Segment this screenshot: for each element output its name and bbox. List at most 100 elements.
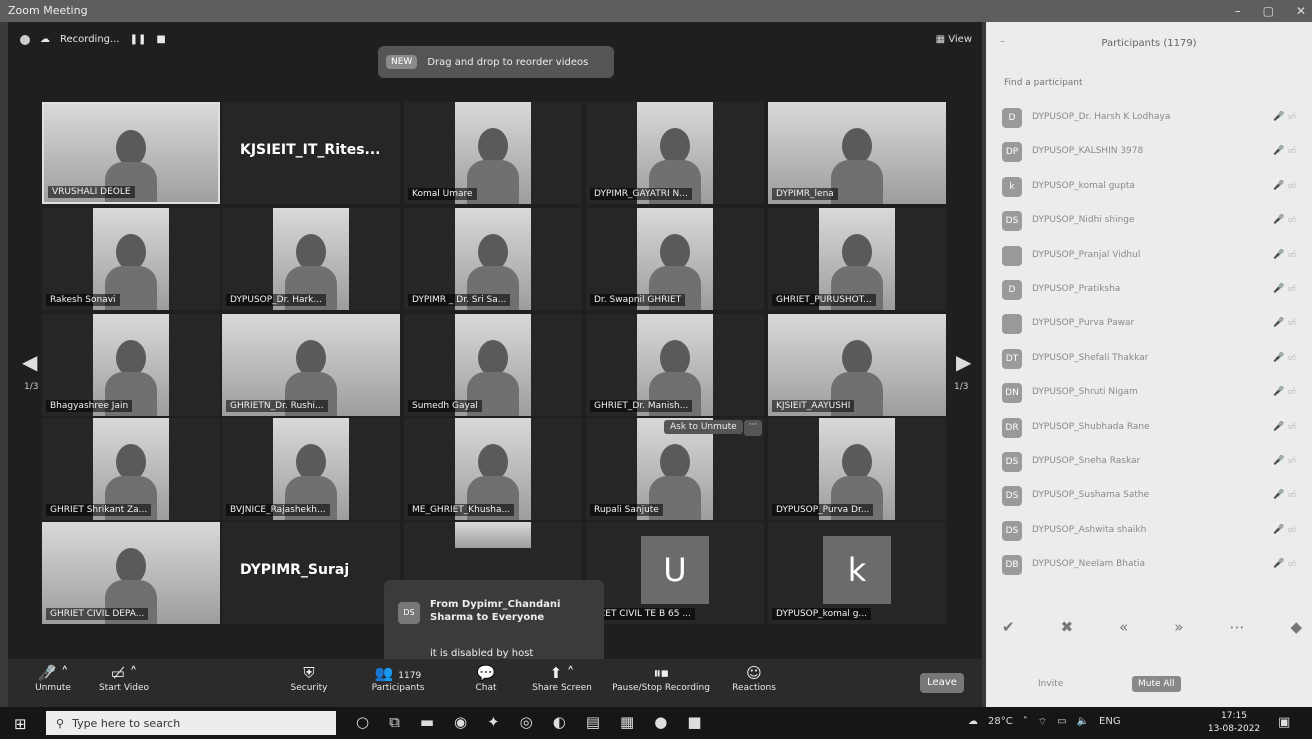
more-options-button[interactable]: ··· (744, 420, 762, 436)
video-tile[interactable]: GHRIET_Dr. Manish... (586, 314, 764, 416)
invite-button[interactable]: Invite (1038, 679, 1063, 689)
grid-icon: ▦ (935, 34, 946, 45)
participant-name: DYPUSOP_Ashwita shaikh (1032, 524, 1147, 535)
video-tile[interactable]: U TCET CIVIL TE B 65 ... (586, 522, 764, 624)
participant-silhouette (660, 128, 690, 164)
reorder-banner: NEW Drag and drop to reorder videos (378, 46, 614, 78)
zoom-icon[interactable]: ■ (687, 713, 701, 731)
more-icon[interactable]: ⋯ (1229, 618, 1244, 636)
video-tile[interactable]: GHRIETN_Dr. Rushi... (222, 314, 400, 416)
teams-icon[interactable]: ✦ (487, 713, 500, 731)
clear-icon[interactable]: ◆ (1290, 618, 1302, 636)
video-tile[interactable]: KJSIEIT_AAYUSHI (768, 314, 946, 416)
security-button[interactable]: ⛨ Security (284, 663, 334, 693)
participant-row[interactable]: DYPUSOP_Purva Pawar 🎤̸ ▭̸ (1002, 312, 1302, 336)
video-tile[interactable]: DYPIMR_lena (768, 102, 946, 204)
participant-row[interactable]: DS DYPUSOP_Nidhi shinge 🎤̸ ▭̸ (1002, 209, 1302, 233)
chat-label: Chat (475, 683, 497, 693)
taskbar-search[interactable]: ⚲ Type here to search (46, 711, 336, 735)
video-tile[interactable]: Rakesh Sonavi (42, 208, 220, 310)
participant-search-input[interactable] (1004, 74, 1294, 92)
windows-start-icon[interactable]: ⊞ (14, 715, 27, 733)
mute-all-button[interactable]: Mute All (1132, 676, 1181, 692)
participants-button[interactable]: 👥 1179 Participants (366, 663, 430, 693)
pause-recording-icon[interactable]: ❚❚ (130, 34, 147, 45)
reactions-button[interactable]: ☺ Reactions (726, 663, 782, 693)
view-button[interactable]: ▦ View (936, 34, 972, 45)
cloud-recording-icon: ☁ (40, 34, 50, 45)
participant-row[interactable]: DN DYPUSOP_Shruti Nigam 🎤̸ ▭̸ (1002, 381, 1302, 405)
prev-page-arrow-icon[interactable]: ◀ (22, 350, 37, 374)
faster-icon[interactable]: » (1174, 618, 1183, 636)
leave-button[interactable]: Leave (920, 673, 964, 693)
video-tile[interactable]: BVJNICE_Rajashekh... (222, 418, 400, 520)
next-page-arrow-icon[interactable]: ▶ (956, 350, 971, 374)
chat-button[interactable]: 💬 Chat (466, 663, 506, 693)
weather-icon[interactable]: ☁ (968, 716, 978, 729)
video-tile[interactable]: Dr. Swapnil GHRIET (586, 208, 764, 310)
minimize-button[interactable]: – (1235, 0, 1241, 22)
no-icon[interactable]: ✖ (1061, 618, 1074, 636)
volume-icon: 🔈 (1076, 716, 1090, 727)
ask-to-unmute-button[interactable]: Ask to Unmute (664, 420, 743, 434)
video-tile[interactable]: DYPUSOP_Purva Dr... (768, 418, 946, 520)
video-tile[interactable]: DYPIMR_GAYATRI N... (586, 102, 764, 204)
stop-recording-icon[interactable]: ■ (156, 34, 165, 45)
participant-row[interactable]: D DYPUSOP_Dr. Harsh K Lodhaya 🎤̸ ▭̸ (1002, 106, 1302, 130)
yes-icon[interactable]: ✔ (1002, 618, 1015, 636)
video-tile[interactable]: Sumedh Gayal (404, 314, 582, 416)
participant-silhouette (660, 444, 690, 480)
participant-row[interactable]: DS DYPUSOP_Sushama Sathe 🎤̸ ▭̸ (1002, 484, 1302, 508)
maximize-button[interactable]: ▢ (1263, 0, 1274, 22)
participant-name-label: KJSIEIT_AAYUSHI (772, 400, 855, 412)
media-icon[interactable]: ◉ (454, 713, 467, 731)
pause-stop-recording-button[interactable]: ⏸⏹ Pause/Stop Recording (606, 663, 716, 693)
page-indicator-right: 1/3 (954, 382, 969, 392)
participant-row[interactable]: DS DYPUSOP_Sneha Raskar 🎤̸ ▭̸ (1002, 450, 1302, 474)
folder-icon[interactable]: ▬ (420, 713, 434, 731)
video-tile[interactable]: GHRIET_PURUSHOT... (768, 208, 946, 310)
participant-name-label: Rupali Sanjute (590, 504, 663, 516)
participant-row[interactable]: k DYPUSOP_komal gupta 🎤̸ ▭̸ (1002, 175, 1302, 199)
app-icon[interactable]: ● (654, 713, 667, 731)
participant-silhouette (296, 234, 326, 270)
participant-row[interactable]: DS DYPUSOP_Ashwita shaikh 🎤̸ ▭̸ (1002, 519, 1302, 543)
explorer-icon[interactable]: ▤ (586, 713, 600, 731)
video-tile[interactable]: GHRIET CIVIL DEPA... (42, 522, 220, 624)
tray-chevron-icon[interactable]: ˄ (1023, 716, 1028, 729)
video-tile[interactable]: k DYPUSOP_komal g... (768, 522, 946, 624)
start-video-button[interactable]: ▭̸ ˄ Start Video (92, 663, 156, 693)
task-view-icon[interactable]: ⧉ (389, 713, 400, 731)
video-tile[interactable]: Komal Umare (404, 102, 582, 204)
video-tile[interactable]: DYPUSOP_Dr. Hark... (222, 208, 400, 310)
participant-row[interactable]: DP DYPUSOP_KALSHIN 3978 🎤̸ ▭̸ (1002, 140, 1302, 164)
participant-row[interactable]: D DYPUSOP_Pratiksha 🎤̸ ▭̸ (1002, 278, 1302, 302)
video-tile[interactable]: VRUSHALI DEOLE (42, 102, 220, 204)
participant-name-label: Rakesh Sonavi (46, 294, 120, 306)
notification-icon[interactable]: ▣ (1278, 715, 1290, 730)
participant-row[interactable]: DR DYPUSOP_Shubhada Rane 🎤̸ ▭̸ (1002, 416, 1302, 440)
participants-title: Participants (1179) (1101, 38, 1197, 49)
video-tile[interactable]: Bhagyashree Jain (42, 314, 220, 416)
slower-icon[interactable]: « (1119, 618, 1128, 636)
participant-row[interactable]: DB DYPUSOP_Neelam Bhatia 🎤̸ ▭̸ (1002, 553, 1302, 577)
unmute-button[interactable]: 🎤̸ ˄ Unmute (28, 663, 78, 693)
video-tile[interactable]: KJSIEIT_IT_Rites... (222, 102, 400, 204)
clock[interactable]: 17:15 13-08-2022 (1204, 710, 1264, 736)
participant-name: DYPUSOP_Shruti Nigam (1032, 387, 1138, 398)
participant-row[interactable]: DYPUSOP_Pranjal Vidhul 🎤̸ ▭̸ (1002, 244, 1302, 268)
cortana-icon[interactable]: ○ (356, 713, 369, 731)
video-tile[interactable]: ME_GHRIET_Khusha... (404, 418, 582, 520)
language-text[interactable]: ENG (1099, 716, 1121, 729)
participant-row[interactable]: DT DYPUSOP_Shefali Thakkar 🎤̸ ▭̸ (1002, 347, 1302, 371)
edge-icon[interactable]: ◐ (553, 713, 566, 731)
video-tile[interactable]: GHRIET Shrikant Za... (42, 418, 220, 520)
video-tile[interactable]: DYPIMR _ Dr. Sri Sa... (404, 208, 582, 310)
shield-icon[interactable] (20, 34, 30, 45)
store-icon[interactable]: ▦ (620, 713, 634, 731)
share-screen-button[interactable]: ⬆ ˄ Share Screen (530, 663, 594, 693)
participants-icon: 👥 (374, 664, 394, 682)
chrome-icon[interactable]: ◎ (520, 713, 533, 731)
close-button[interactable]: ✕ (1296, 0, 1306, 22)
video-tile[interactable]: DYPIMR_Suraj (222, 522, 400, 624)
